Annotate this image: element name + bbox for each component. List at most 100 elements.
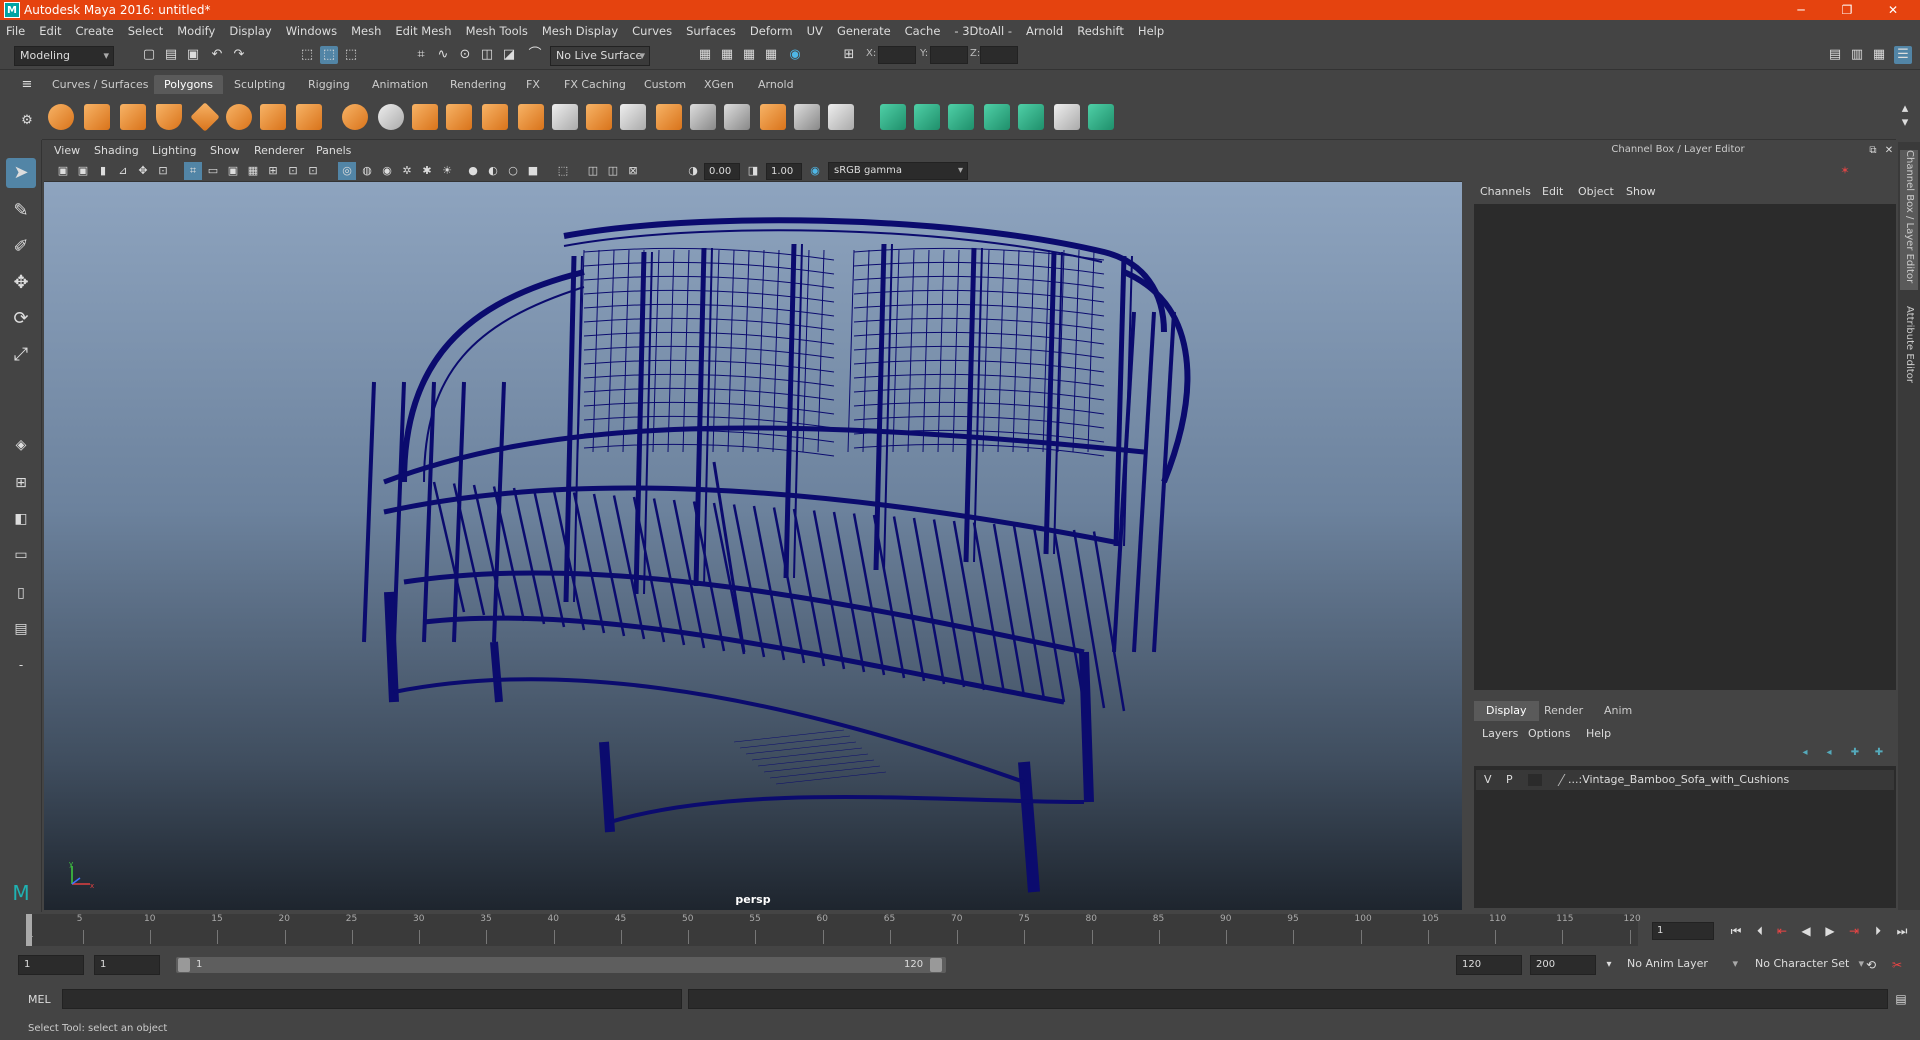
show-menu[interactable]: Show [1626, 185, 1656, 198]
automatic-mapping-icon[interactable] [984, 104, 1010, 130]
range-start-handle[interactable] [178, 958, 190, 972]
script-editor-icon[interactable]: ▤ [1892, 990, 1910, 1008]
camera-attributes-icon[interactable]: ▣ [74, 162, 92, 180]
step-back-key-icon[interactable]: ⇤ [1772, 922, 1792, 940]
merge-icon[interactable] [760, 104, 786, 130]
poly-pipe-icon[interactable] [296, 104, 322, 130]
bool-union-icon[interactable] [656, 104, 682, 130]
side-tab-channel-box[interactable]: Channel Box / Layer Editor [1900, 150, 1918, 290]
render-settings-icon[interactable]: ▦ [762, 46, 780, 64]
anti-aliasing-icon[interactable]: ○ [504, 162, 522, 180]
layer-playback-toggle[interactable]: P [1506, 773, 1513, 786]
menu-help[interactable]: Help [1138, 24, 1164, 38]
shelf-tab-arnold[interactable]: Arnold [748, 75, 804, 94]
menu-create[interactable]: Create [76, 24, 114, 38]
time-ruler[interactable] [26, 914, 1638, 946]
poly-pyramid-icon[interactable] [260, 104, 286, 130]
range-bar[interactable] [176, 957, 946, 973]
new-layer-selected-icon[interactable]: ✚ [1870, 744, 1888, 762]
anim-layer-dropdown[interactable]: No Anim Layer [1622, 955, 1742, 975]
layer-tab-anim[interactable]: Anim [1592, 701, 1644, 721]
play-forwards-icon[interactable]: ▶ [1820, 922, 1840, 940]
x-input[interactable] [878, 46, 916, 64]
snap-grid-icon[interactable]: ⌗ [412, 46, 430, 64]
menu-mesh[interactable]: Mesh [351, 24, 381, 38]
menu-curves[interactable]: Curves [632, 24, 672, 38]
safe-area-icon[interactable]: ⊡ [304, 162, 322, 180]
layer-tab-display[interactable]: Display [1474, 701, 1539, 721]
help-menu[interactable]: Help [1586, 727, 1611, 740]
move-layer-down-icon[interactable]: ◂ [1820, 744, 1838, 762]
cylindrical-mapping-icon[interactable] [948, 104, 974, 130]
channel-box-toggle-icon[interactable]: ☰ [1894, 46, 1912, 64]
gamma-icon[interactable]: ◨ [744, 162, 762, 180]
rotate-tool-icon[interactable]: ⟳ [6, 304, 36, 334]
shelf-menu-icon[interactable]: ≡ [18, 76, 36, 94]
poly-cylinder-icon[interactable] [120, 104, 146, 130]
snap-curve-icon[interactable]: ∿ [434, 46, 452, 64]
toolbox-menu-icon[interactable]: - [6, 650, 36, 680]
undo-icon[interactable]: ↶ [208, 46, 226, 64]
select-object-icon[interactable]: ⬚ [320, 46, 338, 64]
menu-edit[interactable]: Edit [39, 24, 61, 38]
layer-visibility-toggle[interactable]: V [1484, 773, 1492, 786]
gamma-input[interactable]: 1.00 [766, 163, 802, 180]
append-polygon-icon[interactable] [724, 104, 750, 130]
step-forward-frame-icon[interactable]: ⏵ [1868, 922, 1888, 940]
object-menu[interactable]: Object [1578, 185, 1614, 198]
gate-mask-icon[interactable]: ▦ [244, 162, 262, 180]
shelf-tab-polygons[interactable]: Polygons [154, 75, 223, 94]
render-view-icon[interactable]: ▦ [696, 46, 714, 64]
character-set-dropdown[interactable]: No Character Set [1750, 955, 1868, 975]
step-forward-key-icon[interactable]: ⇥ [1844, 922, 1864, 940]
shelf-tab-fx[interactable]: FX [516, 75, 550, 94]
menu-file[interactable]: File [6, 24, 25, 38]
shelf-tab-rendering[interactable]: Rendering [440, 75, 516, 94]
exposure-input[interactable]: 0.00 [704, 163, 740, 180]
layout-uv-icon[interactable] [1088, 104, 1114, 130]
select-tool-icon[interactable]: ➤ [6, 158, 36, 188]
collapse-icon[interactable] [794, 104, 820, 130]
playback-end-input[interactable]: 120 [1456, 955, 1522, 975]
shadows-icon[interactable]: ☀ [438, 162, 456, 180]
safe-title-icon[interactable]: ⊡ [284, 162, 302, 180]
animation-start-input[interactable]: 1 [18, 955, 84, 975]
shelf-tab-custom[interactable]: Custom [634, 75, 696, 94]
side-by-side-layout-icon[interactable]: ◧ [6, 504, 36, 534]
checker-map-icon[interactable] [1054, 104, 1080, 130]
menu-windows[interactable]: Windows [286, 24, 337, 38]
select-component-icon[interactable]: ⬚ [342, 46, 360, 64]
menu-select[interactable]: Select [128, 24, 163, 38]
attribute-editor-toggle-icon[interactable]: ▥ [1848, 46, 1866, 64]
wireframe-on-shaded-icon[interactable]: ◉ [378, 162, 396, 180]
edit-menu[interactable]: Edit [1542, 185, 1563, 198]
menu-edit-mesh[interactable]: Edit Mesh [395, 24, 451, 38]
go-to-start-icon[interactable]: ⏮ [1726, 922, 1746, 940]
shelf-tab-animation[interactable]: Animation [362, 75, 438, 94]
new-scene-icon[interactable]: ▢ [140, 46, 158, 64]
tool-settings-icon[interactable]: ▦ [1870, 46, 1888, 64]
mirror-icon[interactable] [412, 104, 438, 130]
menu-generate[interactable]: Generate [837, 24, 891, 38]
play-backwards-icon[interactable]: ◀ [1796, 922, 1816, 940]
z-input[interactable] [980, 46, 1018, 64]
open-scene-icon[interactable]: ▤ [162, 46, 180, 64]
bookmark-icon[interactable]: ▮ [94, 162, 112, 180]
multi-cut-icon[interactable] [552, 104, 578, 130]
wireframe-icon[interactable]: ◎ [338, 162, 356, 180]
menu-arnold[interactable]: Arnold [1026, 24, 1063, 38]
separate-icon[interactable] [378, 104, 404, 130]
insert-edge-loop-icon[interactable] [620, 104, 646, 130]
persp-graph-layout-icon[interactable]: ▭ [6, 540, 36, 570]
shelf-options-icon[interactable]: ⚙ [18, 112, 36, 130]
transform-mode-icon[interactable]: ⊞ [840, 46, 858, 64]
uv-editor-icon[interactable] [880, 104, 906, 130]
current-frame-input[interactable]: 1 [1652, 922, 1714, 940]
maximize-button[interactable]: ❐ [1824, 0, 1870, 20]
animation-end-input[interactable]: 200 [1530, 955, 1596, 975]
new-empty-layer-icon[interactable]: ✚ [1846, 744, 1864, 762]
extrude-icon[interactable] [482, 104, 508, 130]
auto-key-icon[interactable]: ⟲ [1862, 956, 1880, 974]
isolate-select-icon[interactable]: ⬚ [554, 162, 572, 180]
range-end-handle[interactable] [930, 958, 942, 972]
